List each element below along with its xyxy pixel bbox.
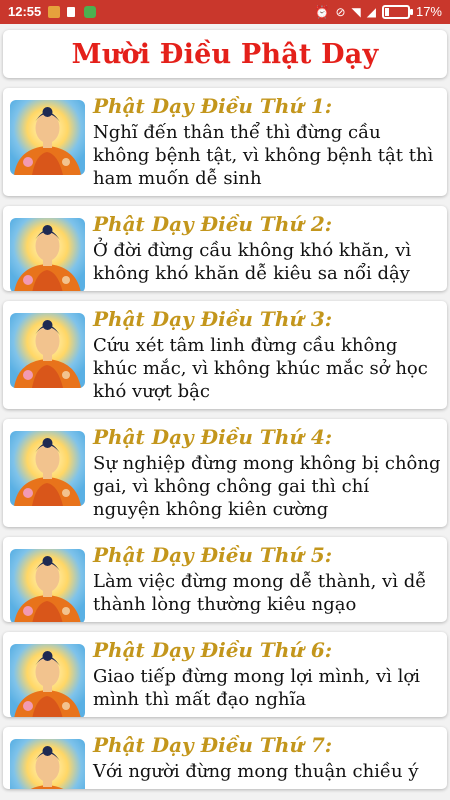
buddha-image [10, 644, 85, 717]
item-text: Phật Dạy Điều Thứ 3: Cứu xét tâm linh đừ… [93, 301, 447, 409]
item-title: Phật Dạy Điều Thứ 2: [93, 212, 333, 236]
teachings-list[interactable]: Phật Dạy Điều Thứ 1: Nghĩ đến thân thể t… [3, 88, 447, 799]
item-body: Sự nghiệp đừng mong không bị chông gai, … [93, 453, 441, 520]
item-text: Phật Dạy Điều Thứ 5: Làm việc đừng mong … [93, 537, 447, 622]
item-body: Với người đừng mong thuận chiều ý [93, 761, 419, 782]
battery-icon [381, 4, 413, 19]
buddha-image [10, 431, 85, 506]
list-item[interactable]: Phật Dạy Điều Thứ 7: Với người đừng mong… [3, 727, 447, 789]
buddha-image [10, 218, 85, 291]
list-item[interactable]: Phật Dạy Điều Thứ 3: Cứu xét tâm linh đừ… [3, 301, 447, 409]
item-title: Phật Dạy Điều Thứ 5: [93, 543, 333, 567]
item-body: Làm việc đừng mong dễ thành, vì dễ thành… [93, 571, 427, 615]
list-item[interactable]: Phật Dạy Điều Thứ 5: Làm việc đừng mong … [3, 537, 447, 622]
android-icon [84, 6, 96, 18]
status-time: 12:55 [8, 4, 42, 19]
item-body: Giao tiếp đừng mong lợi mình, vì lợi mìn… [93, 666, 420, 710]
wifi-icon: ◥ [351, 4, 361, 19]
item-title: Phật Dạy Điều Thứ 7: [93, 733, 333, 757]
alarm-icon: ⏰ [314, 4, 330, 19]
item-title: Phật Dạy Điều Thứ 6: [93, 638, 333, 662]
app-header: Mười Điều Phật Dạy [3, 30, 447, 78]
battery-percent: 17% [415, 4, 442, 19]
item-text: Phật Dạy Điều Thứ 7: Với người đừng mong… [93, 727, 447, 789]
list-item[interactable]: Phật Dạy Điều Thứ 6: Giao tiếp đừng mong… [3, 632, 447, 717]
message-icon [48, 6, 60, 18]
sim-icon [66, 6, 76, 18]
list-item[interactable]: Phật Dạy Điều Thứ 2: Ở đời đừng cầu khôn… [3, 206, 447, 291]
item-text: Phật Dạy Điều Thứ 4: Sự nghiệp đừng mong… [93, 419, 447, 527]
signal-icon: ◢ [366, 4, 376, 19]
item-text: Phật Dạy Điều Thứ 1: Nghĩ đến thân thể t… [93, 88, 447, 196]
status-bar: 12:55 ⏰ ⊘ ◥ ◢ 17% [0, 0, 450, 24]
no-sim-icon: ⊘ [335, 4, 346, 19]
item-text: Phật Dạy Điều Thứ 2: Ở đời đừng cầu khôn… [93, 206, 447, 291]
buddha-image [10, 549, 85, 622]
item-body: Ở đời đừng cầu không khó khăn, vì không … [93, 240, 412, 284]
item-body: Cứu xét tâm linh đừng cầu không khúc mắc… [93, 335, 428, 402]
buddha-image [10, 739, 85, 789]
buddha-image [10, 100, 85, 175]
list-item[interactable]: Phật Dạy Điều Thứ 1: Nghĩ đến thân thể t… [3, 88, 447, 196]
page-title: Mười Điều Phật Dạy [71, 38, 379, 70]
item-title: Phật Dạy Điều Thứ 4: [93, 425, 333, 449]
item-title: Phật Dạy Điều Thứ 1: [93, 94, 333, 118]
item-body: Nghĩ đến thân thể thì đừng cầu không bện… [93, 122, 434, 189]
item-title: Phật Dạy Điều Thứ 3: [93, 307, 333, 331]
buddha-image [10, 313, 85, 388]
list-item[interactable]: Phật Dạy Điều Thứ 4: Sự nghiệp đừng mong… [3, 419, 447, 527]
status-right: ⏰ ⊘ ◥ ◢ 17% [314, 4, 442, 19]
battery-fill [384, 7, 389, 16]
item-text: Phật Dạy Điều Thứ 6: Giao tiếp đừng mong… [93, 632, 447, 717]
